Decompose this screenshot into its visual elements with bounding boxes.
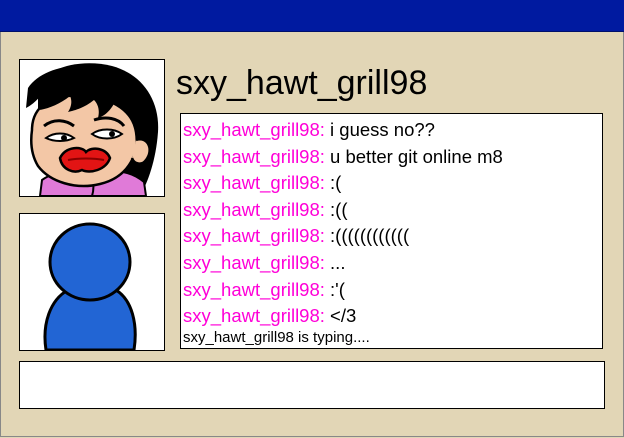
message-text: ...: [330, 251, 346, 273]
message-sender: sxy_hawt_grill98:: [183, 198, 325, 220]
chat-log[interactable]: sxy_hawt_grill98: i guess no?? sxy_hawt_…: [180, 113, 603, 349]
chat-message: sxy_hawt_grill98: :(: [183, 170, 602, 197]
message-sender: sxy_hawt_grill98:: [183, 225, 325, 247]
message-sender: sxy_hawt_grill98:: [183, 145, 325, 167]
chat-message: sxy_hawt_grill98: i guess no??: [183, 117, 602, 144]
message-sender: sxy_hawt_grill98:: [183, 172, 325, 194]
self-avatar: [19, 213, 165, 351]
chat-message: sxy_hawt_grill98: :((: [183, 197, 602, 224]
message-text: :((((((((((((: [330, 225, 410, 247]
chat-message: sxy_hawt_grill98: ...: [183, 250, 602, 277]
message-sender: sxy_hawt_grill98:: [183, 278, 325, 300]
message-input[interactable]: [19, 361, 605, 409]
title-bar[interactable]: [0, 0, 624, 32]
chat-message: sxy_hawt_grill98: </3: [183, 303, 602, 330]
message-text: u better git online m8: [330, 145, 503, 167]
message-text: </3: [330, 305, 357, 327]
message-text: :((: [330, 198, 348, 220]
message-sender: sxy_hawt_grill98:: [183, 119, 325, 140]
chat-message: sxy_hawt_grill98: u better git online m8: [183, 144, 602, 171]
contact-username: sxy_hawt_grill98: [176, 64, 428, 102]
message-text: i guess no??: [330, 119, 435, 140]
blue-silhouette-avatar-icon: [43, 222, 137, 350]
cartoon-girl-avatar-icon: [26, 63, 159, 196]
chat-message: sxy_hawt_grill98: :'(: [183, 277, 602, 304]
message-text: :(: [330, 172, 342, 194]
typing-indicator: sxy_hawt_grill98 is typing....: [183, 328, 370, 346]
message-sender: sxy_hawt_grill98:: [183, 251, 325, 273]
contact-avatar: [19, 59, 165, 197]
message-sender: sxy_hawt_grill98:: [183, 305, 325, 327]
chat-message: sxy_hawt_grill98: :((((((((((((: [183, 223, 602, 250]
message-text: :'(: [330, 278, 345, 300]
